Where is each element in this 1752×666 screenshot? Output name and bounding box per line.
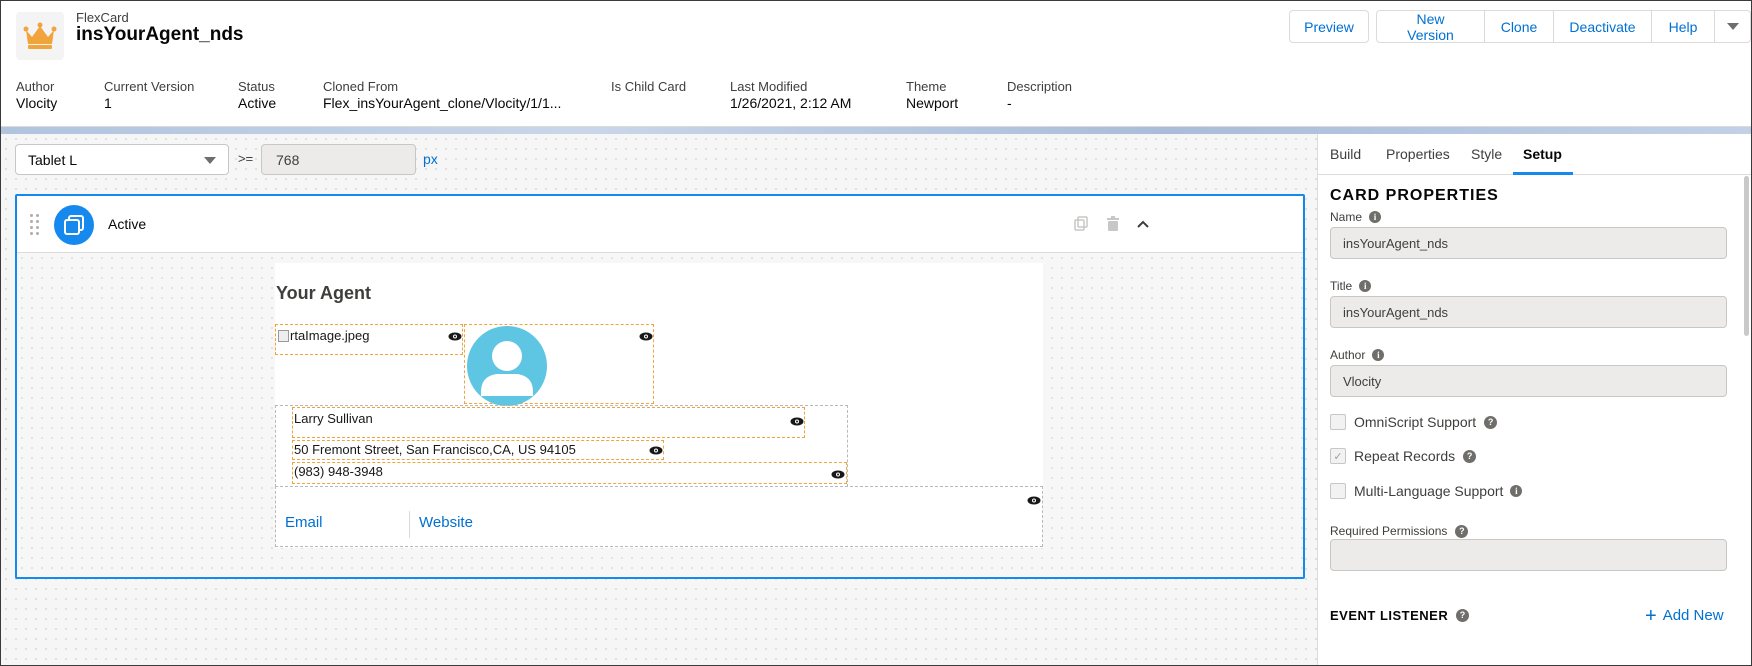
help-icon[interactable]: ? xyxy=(1455,524,1469,538)
divider xyxy=(409,511,410,538)
card-state[interactable]: Active Your Agent rtaImage.jpeg Larry Su… xyxy=(15,194,1305,579)
deactivate-button[interactable]: Deactivate xyxy=(1554,10,1652,43)
properties-panel: Build Properties Style Setup CARD PROPER… xyxy=(1317,134,1751,665)
chevron-up-icon[interactable] xyxy=(1135,216,1151,232)
highlight-description: Description - xyxy=(1007,79,1073,111)
title-input[interactable]: insYourAgent_nds xyxy=(1330,296,1727,328)
title-label: Title i xyxy=(1330,279,1372,293)
highlights-panel: Author Vlocity Current Version 1 Status … xyxy=(1,73,1751,127)
checkbox[interactable] xyxy=(1330,483,1346,499)
required-permissions-label: Required Permissions? xyxy=(1330,524,1469,538)
agent-phone: (983) 948-3948 xyxy=(294,464,383,479)
help-icon[interactable]: ? xyxy=(1484,415,1498,429)
preview-button[interactable]: Preview xyxy=(1289,10,1369,43)
plus-icon: + xyxy=(1645,604,1657,627)
author-label: Author i xyxy=(1330,348,1385,362)
copy-icon[interactable] xyxy=(1073,216,1089,232)
info-icon[interactable]: i xyxy=(1372,349,1385,361)
image-element[interactable]: rtaImage.jpeg xyxy=(275,324,463,355)
flexcard-crown-icon xyxy=(16,12,64,60)
page-header: FlexCard insYourAgent_nds Preview New Ve… xyxy=(1,1,1751,73)
header-button-group: New Version Clone Deactivate Help xyxy=(1376,10,1751,43)
agent-name: Larry Sullivan xyxy=(294,411,373,426)
add-new-button[interactable]: + Add New xyxy=(1645,604,1724,627)
panel-scrollbar[interactable] xyxy=(1744,176,1749,336)
email-link[interactable]: Email xyxy=(285,514,323,531)
agent-phone-element[interactable]: (983) 948-3948 xyxy=(292,462,847,484)
agent-address-element[interactable]: 50 Fremont Street, San Francisco,CA, US … xyxy=(292,440,664,460)
multi-language-checkbox[interactable]: Multi-Language Support i xyxy=(1330,483,1523,499)
repeat-records-checkbox[interactable]: ✓ Repeat Records ? xyxy=(1330,448,1477,464)
agent-name-element[interactable]: Larry Sullivan xyxy=(292,407,805,438)
broken-image-icon xyxy=(278,329,289,342)
highlight-status: Status Active xyxy=(238,79,277,111)
more-actions-button[interactable] xyxy=(1715,10,1751,43)
panel-tabs: Build Properties Style Setup xyxy=(1318,134,1751,175)
visibility-eye-icon[interactable] xyxy=(1027,496,1041,505)
website-link[interactable]: Website xyxy=(419,514,473,531)
active-tab-indicator xyxy=(1513,172,1573,175)
checkbox-checked[interactable]: ✓ xyxy=(1330,448,1346,464)
visibility-eye-icon[interactable] xyxy=(649,446,663,455)
highlight-author: Author Vlocity xyxy=(16,79,58,111)
unit-label: px xyxy=(423,151,438,167)
highlight-last-modified: Last Modified 1/26/2021, 2:12 AM xyxy=(730,79,852,111)
breakpoint-width-input[interactable]: 768 xyxy=(261,144,416,175)
agent-card: Your Agent rtaImage.jpeg Larry Sullivan … xyxy=(275,263,1043,548)
agent-address: 50 Fremont Street, San Francisco,CA, US … xyxy=(294,442,576,457)
tab-build[interactable]: Build xyxy=(1330,146,1361,162)
card-title: Your Agent xyxy=(276,283,371,303)
actions-block: Email Website xyxy=(275,486,1043,547)
avatar-element[interactable] xyxy=(464,324,654,406)
device-select[interactable]: Tablet L xyxy=(15,144,229,175)
page-title: insYourAgent_nds xyxy=(76,24,244,45)
visibility-eye-icon[interactable] xyxy=(790,417,804,426)
info-icon[interactable]: i xyxy=(1369,211,1382,223)
state-header: Active xyxy=(17,196,1303,253)
delete-icon[interactable] xyxy=(1105,216,1121,232)
checkbox[interactable] xyxy=(1330,414,1346,430)
help-icon[interactable]: ? xyxy=(1456,609,1470,622)
state-body: Your Agent rtaImage.jpeg Larry Sullivan … xyxy=(17,253,1303,577)
tab-setup[interactable]: Setup xyxy=(1523,146,1562,162)
state-icon xyxy=(54,205,94,245)
flexcard-designer: FlexCard insYourAgent_nds Preview New Ve… xyxy=(0,0,1752,666)
info-icon[interactable]: i xyxy=(1510,485,1523,497)
chevron-down-icon xyxy=(204,157,216,164)
tab-properties[interactable]: Properties xyxy=(1386,146,1450,162)
event-listener-heading: EVENT LISTENER? xyxy=(1330,608,1470,623)
author-input[interactable]: Vlocity xyxy=(1330,365,1727,397)
clone-button[interactable]: Clone xyxy=(1485,10,1554,43)
drag-handle-icon[interactable] xyxy=(30,214,40,236)
chevron-down-icon xyxy=(1726,23,1739,30)
visibility-eye-icon[interactable] xyxy=(448,332,462,341)
card-properties-heading: CARD PROPERTIES xyxy=(1330,187,1499,204)
tab-style[interactable]: Style xyxy=(1471,146,1502,162)
name-input[interactable]: insYourAgent_nds xyxy=(1330,227,1727,259)
omniscript-support-checkbox[interactable]: OmniScript Support ? xyxy=(1330,414,1498,430)
name-label: Name i xyxy=(1330,210,1382,224)
image-alt-text: rtaImage.jpeg xyxy=(290,328,370,343)
highlight-is-child-card: Is Child Card xyxy=(611,79,687,94)
breakpoint-operator: >= xyxy=(238,151,254,166)
highlight-theme: Theme Newport xyxy=(906,79,959,111)
required-permissions-input[interactable] xyxy=(1330,539,1727,571)
help-button[interactable]: Help xyxy=(1652,10,1715,43)
state-name: Active xyxy=(108,216,147,232)
avatar-icon xyxy=(467,326,547,406)
design-canvas: Tablet L >= 768 px Active Your Agent rta… xyxy=(1,134,1317,665)
visibility-eye-icon[interactable] xyxy=(639,332,653,341)
help-icon[interactable]: ? xyxy=(1463,449,1477,463)
new-version-button[interactable]: New Version xyxy=(1376,10,1485,43)
object-type-label: FlexCard xyxy=(76,10,129,25)
visibility-eye-icon[interactable] xyxy=(831,470,845,479)
highlight-current-version: Current Version 1 xyxy=(104,79,195,111)
header-divider xyxy=(1,127,1751,134)
info-icon[interactable]: i xyxy=(1359,280,1372,292)
highlight-cloned-from: Cloned From Flex_insYourAgent_clone/Vloc… xyxy=(323,79,562,111)
device-select-value: Tablet L xyxy=(28,151,78,168)
